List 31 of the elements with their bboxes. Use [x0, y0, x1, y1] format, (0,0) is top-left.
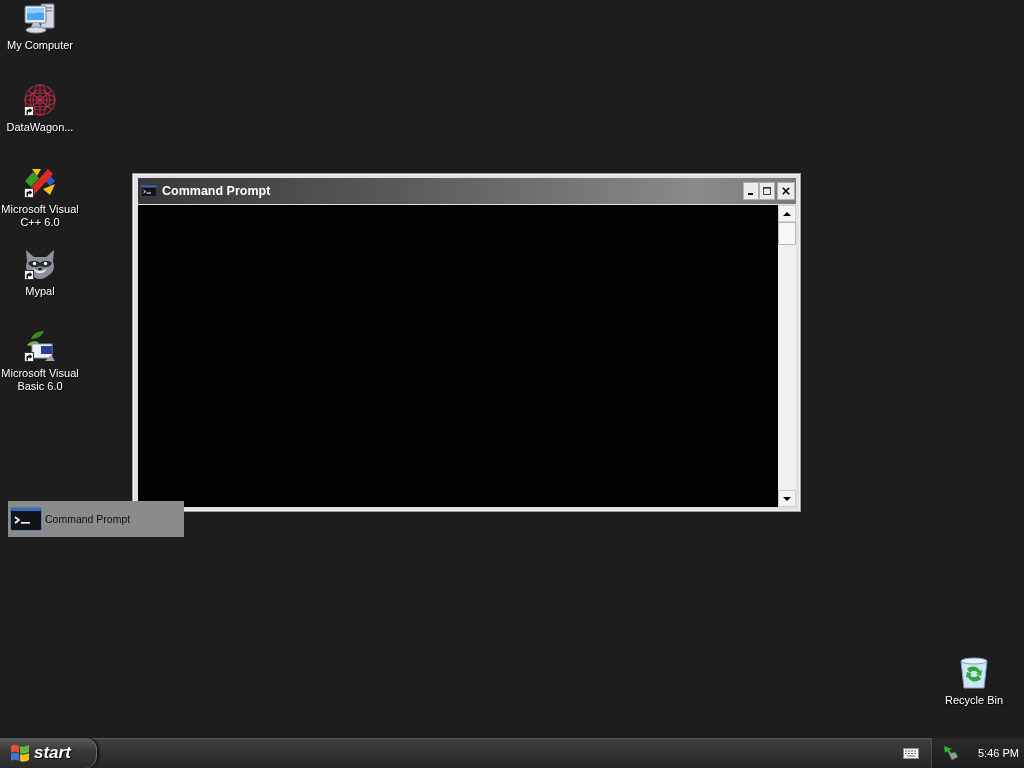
title-bar[interactable]: Command Prompt — [138, 178, 796, 204]
desktop-icon-label[interactable]: Microsoft Visual C++ 6.0 — [0, 203, 80, 229]
scrollbar-thumb[interactable] — [778, 222, 796, 245]
up-arrow-icon — [783, 211, 791, 216]
scroll-up-button[interactable] — [778, 205, 796, 222]
scroll-down-button[interactable] — [778, 490, 796, 507]
computer-icon[interactable] — [24, 2, 56, 34]
desktop-icon-label[interactable]: Microsoft Visual Basic 6.0 — [0, 367, 80, 393]
pointer-arrow-icon[interactable] — [943, 745, 959, 761]
keyboard-icon[interactable] — [903, 747, 919, 759]
recycle-bin-icon[interactable] — [958, 657, 990, 689]
desktop-icon-label[interactable]: Recycle Bin — [944, 694, 1004, 707]
maximize-icon — [763, 187, 771, 195]
maximize-button[interactable] — [759, 182, 775, 200]
close-button[interactable] — [777, 182, 795, 200]
desktop-icon-label[interactable]: Mypal — [25, 285, 55, 298]
window-title: Command Prompt — [162, 184, 272, 198]
task-button-label: Command Prompt — [45, 513, 131, 525]
minimize-button[interactable] — [743, 182, 759, 200]
console-icon — [10, 507, 42, 531]
desktop-icon-label[interactable]: My Computer — [7, 39, 73, 52]
mesh-sphere-icon[interactable] — [24, 84, 56, 116]
clock[interactable]: 5:46 PM — [978, 747, 1019, 759]
console-icon — [141, 185, 157, 197]
command-prompt-task-button[interactable]: Command Prompt — [8, 501, 184, 537]
desktop-icon-label[interactable]: DataWagon... — [6, 121, 74, 134]
down-arrow-icon — [783, 496, 791, 501]
close-icon — [782, 187, 790, 195]
start-button[interactable]: start — [0, 738, 97, 768]
four-color-flag-icon — [10, 744, 30, 762]
scrollbar-track[interactable] — [778, 205, 796, 507]
